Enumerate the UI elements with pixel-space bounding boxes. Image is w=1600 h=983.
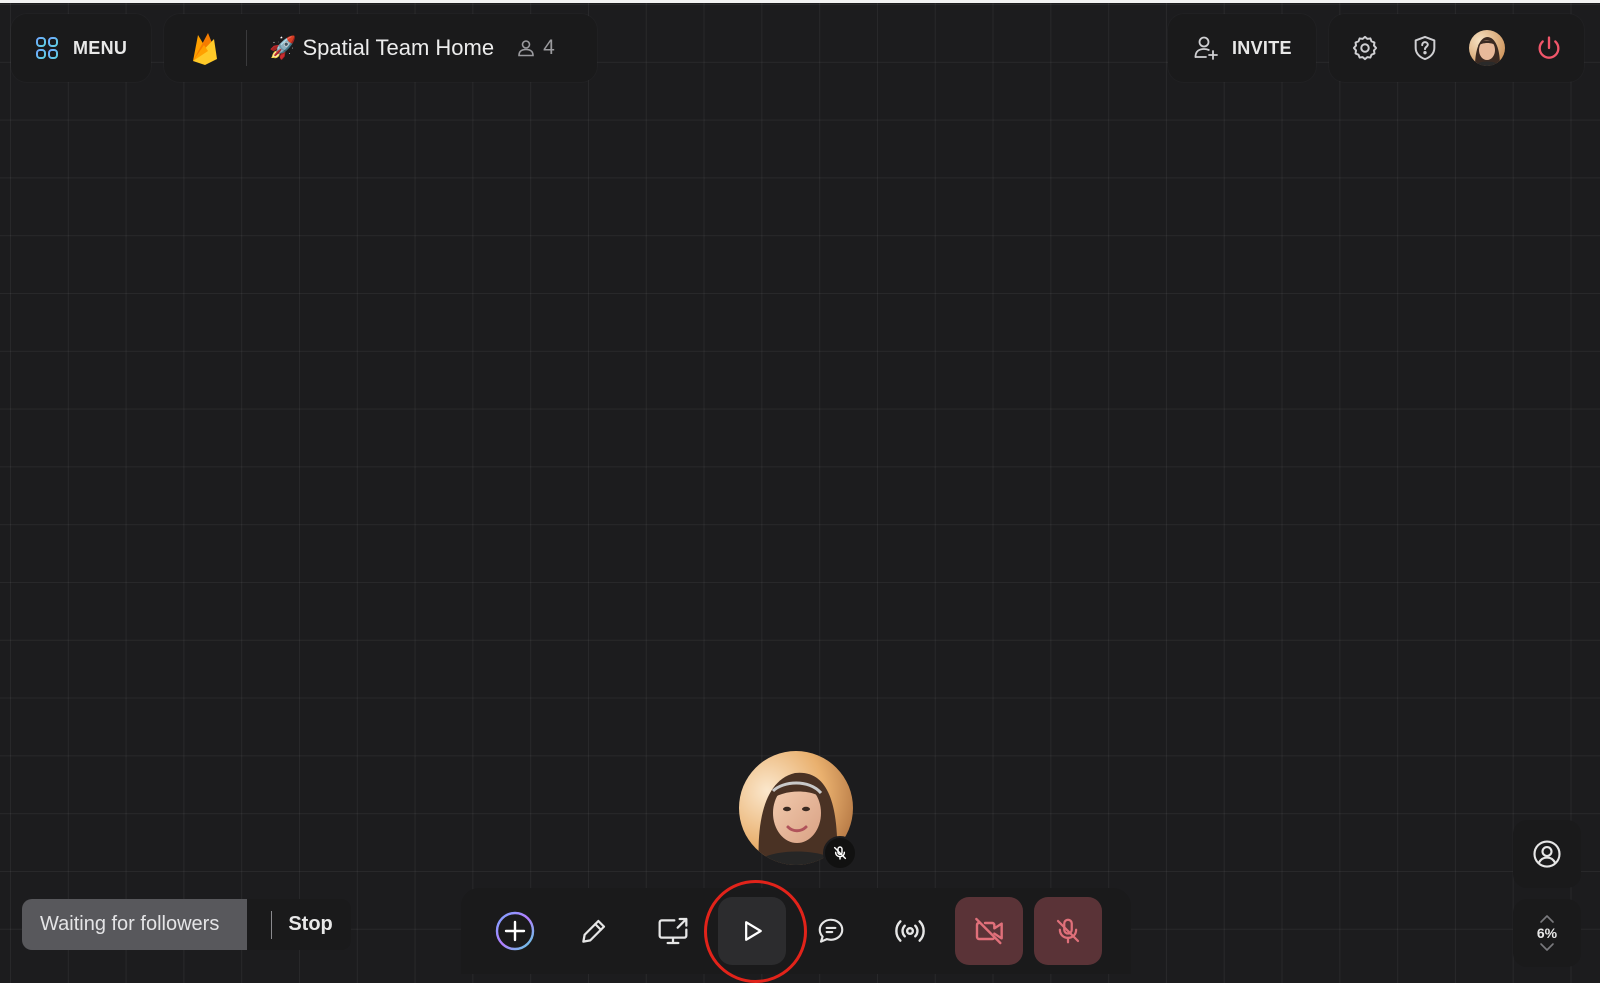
menu-label: MENU <box>73 37 128 58</box>
mic-off-icon <box>1053 916 1083 946</box>
mic-off-icon <box>832 845 848 861</box>
window-top-edge <box>0 0 1600 3</box>
follow-view-button[interactable] <box>1513 820 1581 888</box>
add-content-button[interactable] <box>481 897 549 965</box>
participant-muted-badge <box>823 836 857 870</box>
account-controls <box>1329 14 1584 82</box>
share-screen-button[interactable] <box>639 897 707 965</box>
invite-label: INVITE <box>1232 37 1292 58</box>
user-circle-icon <box>1532 839 1562 869</box>
draw-button[interactable] <box>560 897 628 965</box>
follow-status-bar: Waiting for followers Stop <box>22 899 351 950</box>
zoom-level: 6% <box>1536 925 1558 941</box>
invite-button[interactable]: INVITE <box>1168 14 1316 82</box>
header-divider <box>246 30 247 66</box>
stop-divider <box>271 910 273 939</box>
add-user-icon <box>1192 34 1220 62</box>
settings-gear-icon[interactable] <box>1349 32 1381 64</box>
stop-label: Stop <box>288 913 333 935</box>
zoom-in-chevron-up-icon[interactable] <box>1539 914 1555 924</box>
pencil-icon <box>579 916 609 946</box>
member-count[interactable]: 4 <box>516 36 555 60</box>
space-header: 🚀 Spatial Team Home 4 <box>164 14 597 82</box>
broadcast-button[interactable] <box>876 897 944 965</box>
plus-icon <box>494 910 536 952</box>
play-icon <box>738 917 766 945</box>
zoom-out-chevron-down-icon[interactable] <box>1539 942 1555 952</box>
power-icon[interactable] <box>1533 32 1565 64</box>
stop-following-button[interactable]: Stop <box>247 899 351 950</box>
screen-share-icon <box>657 915 689 947</box>
apps-grid-icon <box>35 36 59 60</box>
user-avatar[interactable] <box>1469 30 1505 66</box>
waiting-for-followers-text: Waiting for followers <box>22 899 248 950</box>
chat-icon <box>816 916 846 946</box>
chat-button[interactable] <box>797 897 865 965</box>
member-count-value: 4 <box>543 36 555 59</box>
menu-button[interactable]: MENU <box>11 14 151 82</box>
person-icon <box>516 38 536 58</box>
present-button[interactable] <box>718 897 786 965</box>
zoom-control: 6% <box>1513 899 1581 967</box>
camera-off-icon <box>973 915 1005 947</box>
help-icon[interactable] <box>1409 32 1441 64</box>
firebase-logo-icon <box>190 29 220 67</box>
camera-toggle-button[interactable] <box>955 897 1023 965</box>
bottom-toolbar <box>461 888 1131 974</box>
mic-toggle-button[interactable] <box>1034 897 1102 965</box>
space-title[interactable]: 🚀 Spatial Team Home <box>269 35 494 61</box>
broadcast-icon <box>893 914 927 948</box>
